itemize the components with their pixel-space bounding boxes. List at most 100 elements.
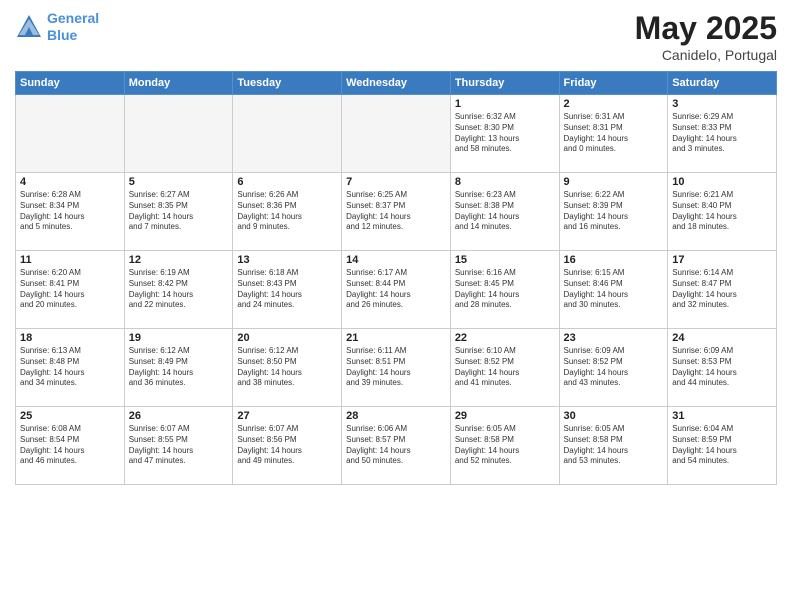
day-number: 10 (672, 176, 772, 188)
weekday-header-sunday: Sunday (16, 72, 125, 95)
calendar-cell: 8Sunrise: 6:23 AMSunset: 8:38 PMDaylight… (450, 173, 559, 251)
day-number: 25 (20, 410, 120, 422)
cell-info: Sunrise: 6:07 AMSunset: 8:55 PMDaylight:… (129, 424, 229, 467)
cell-info: Sunrise: 6:23 AMSunset: 8:38 PMDaylight:… (455, 190, 555, 233)
calendar-cell: 22 Sunrise: 6:10 AMSunset: 8:52 PMDayligh… (450, 329, 559, 407)
day-number: 20 (237, 332, 337, 344)
day-number: 15 (455, 254, 555, 266)
cell-info: Sunrise: 6:05 AMSunset: 8:58 PMDaylight:… (455, 424, 555, 467)
cell-info: Sunrise: 6:12 AMSunset: 8:50 PMDaylight:… (237, 346, 337, 389)
day-number: 3 (672, 98, 772, 110)
cell-info: Sunrise: 6:16 AMSunset: 8:45 PMDaylight:… (455, 268, 555, 311)
day-number: 7 (346, 176, 446, 188)
weekday-header-monday: Monday (124, 72, 233, 95)
calendar-cell: 16Sunrise: 6:15 AMSunset: 8:46 PMDayligh… (559, 251, 668, 329)
calendar-cell: 23Sunrise: 6:09 AMSunset: 8:52 PMDayligh… (559, 329, 668, 407)
calendar-cell: 5 Sunrise: 6:27 AMSunset: 8:35 PMDaylight… (124, 173, 233, 251)
calendar-cell: 11 Sunrise: 6:20 AMSunset: 8:41 PMDayligh… (16, 251, 125, 329)
calendar-cell: 27 Sunrise: 6:07 AMSunset: 8:56 PMDayligh… (233, 407, 342, 485)
calendar-table: SundayMondayTuesdayWednesdayThursdayFrid… (15, 71, 777, 485)
calendar-cell: 15 Sunrise: 6:16 AMSunset: 8:45 PMDayligh… (450, 251, 559, 329)
day-number: 29 (455, 410, 555, 422)
calendar-cell: 28 Sunrise: 6:06 AMSunset: 8:57 PMDayligh… (342, 407, 451, 485)
day-number: 17 (672, 254, 772, 266)
day-number: 30 (564, 410, 664, 422)
weekday-header-saturday: Saturday (668, 72, 777, 95)
calendar-cell: 12 Sunrise: 6:19 AMSunset: 8:42 PMDayligh… (124, 251, 233, 329)
cell-info: Sunrise: 6:27 AMSunset: 8:35 PMDaylight:… (129, 190, 229, 233)
title-block: May 2025 Canidelo, Portugal (635, 10, 777, 63)
cell-info: Sunrise: 6:20 AMSunset: 8:41 PMDaylight:… (20, 268, 120, 311)
day-number: 13 (237, 254, 337, 266)
logo: General Blue (15, 10, 99, 44)
cell-info: Sunrise: 6:25 AMSunset: 8:37 PMDaylight:… (346, 190, 446, 233)
calendar-cell: 1 Sunrise: 6:32 AMSunset: 8:30 PMDaylight… (450, 95, 559, 173)
day-number: 24 (672, 332, 772, 344)
calendar-cell: 31 Sunrise: 6:04 AMSunset: 8:59 PMDayligh… (668, 407, 777, 485)
day-number: 28 (346, 410, 446, 422)
header: General Blue May 2025 Canidelo, Portugal (15, 10, 777, 63)
day-number: 31 (672, 410, 772, 422)
day-number: 14 (346, 254, 446, 266)
cell-info: Sunrise: 6:29 AMSunset: 8:33 PMDaylight:… (672, 112, 772, 155)
weekday-header-tuesday: Tuesday (233, 72, 342, 95)
main-title: May 2025 (635, 10, 777, 47)
day-number: 9 (564, 176, 664, 188)
weekday-header-row: SundayMondayTuesdayWednesdayThursdayFrid… (16, 72, 777, 95)
cell-info: Sunrise: 6:31 AMSunset: 8:31 PMDaylight:… (564, 112, 664, 155)
calendar-cell (16, 95, 125, 173)
calendar-cell (124, 95, 233, 173)
day-number: 18 (20, 332, 120, 344)
calendar-cell: 17Sunrise: 6:14 AMSunset: 8:47 PMDayligh… (668, 251, 777, 329)
cell-info: Sunrise: 6:17 AMSunset: 8:44 PMDaylight:… (346, 268, 446, 311)
calendar-cell: 9 Sunrise: 6:22 AMSunset: 8:39 PMDaylight… (559, 173, 668, 251)
day-number: 1 (455, 98, 555, 110)
week-row-2: 4Sunrise: 6:28 AMSunset: 8:34 PMDaylight… (16, 173, 777, 251)
day-number: 27 (237, 410, 337, 422)
cell-info: Sunrise: 6:04 AMSunset: 8:59 PMDaylight:… (672, 424, 772, 467)
calendar-cell: 6Sunrise: 6:26 AMSunset: 8:36 PMDaylight… (233, 173, 342, 251)
calendar-cell: 26 Sunrise: 6:07 AMSunset: 8:55 PMDayligh… (124, 407, 233, 485)
week-row-1: 1 Sunrise: 6:32 AMSunset: 8:30 PMDaylight… (16, 95, 777, 173)
calendar-cell: 3 Sunrise: 6:29 AMSunset: 8:33 PMDaylight… (668, 95, 777, 173)
cell-info: Sunrise: 6:12 AMSunset: 8:49 PMDaylight:… (129, 346, 229, 389)
day-number: 21 (346, 332, 446, 344)
day-number: 19 (129, 332, 229, 344)
cell-info: Sunrise: 6:22 AMSunset: 8:39 PMDaylight:… (564, 190, 664, 233)
calendar-cell (233, 95, 342, 173)
cell-info: Sunrise: 6:13 AMSunset: 8:48 PMDaylight:… (20, 346, 120, 389)
day-number: 12 (129, 254, 229, 266)
calendar-cell: 4Sunrise: 6:28 AMSunset: 8:34 PMDaylight… (16, 173, 125, 251)
cell-info: Sunrise: 6:19 AMSunset: 8:42 PMDaylight:… (129, 268, 229, 311)
week-row-4: 18 Sunrise: 6:13 AMSunset: 8:48 PMDayligh… (16, 329, 777, 407)
day-number: 11 (20, 254, 120, 266)
calendar-cell: 24Sunrise: 6:09 AMSunset: 8:53 PMDayligh… (668, 329, 777, 407)
cell-info: Sunrise: 6:06 AMSunset: 8:57 PMDaylight:… (346, 424, 446, 467)
page-container: General Blue May 2025 Canidelo, Portugal… (0, 0, 792, 612)
logo-text: General Blue (47, 10, 99, 44)
cell-info: Sunrise: 6:05 AMSunset: 8:58 PMDaylight:… (564, 424, 664, 467)
calendar-cell: 2 Sunrise: 6:31 AMSunset: 8:31 PMDaylight… (559, 95, 668, 173)
calendar-cell: 20 Sunrise: 6:12 AMSunset: 8:50 PMDayligh… (233, 329, 342, 407)
cell-info: Sunrise: 6:07 AMSunset: 8:56 PMDaylight:… (237, 424, 337, 467)
day-number: 2 (564, 98, 664, 110)
cell-info: Sunrise: 6:15 AMSunset: 8:46 PMDaylight:… (564, 268, 664, 311)
calendar-cell: 25Sunrise: 6:08 AMSunset: 8:54 PMDayligh… (16, 407, 125, 485)
calendar-cell: 19 Sunrise: 6:12 AMSunset: 8:49 PMDayligh… (124, 329, 233, 407)
cell-info: Sunrise: 6:32 AMSunset: 8:30 PMDaylight:… (455, 112, 555, 155)
calendar-cell: 21Sunrise: 6:11 AMSunset: 8:51 PMDayligh… (342, 329, 451, 407)
calendar-cell: 18 Sunrise: 6:13 AMSunset: 8:48 PMDayligh… (16, 329, 125, 407)
weekday-header-friday: Friday (559, 72, 668, 95)
calendar-cell: 10 Sunrise: 6:21 AMSunset: 8:40 PMDayligh… (668, 173, 777, 251)
calendar-cell: 13Sunrise: 6:18 AMSunset: 8:43 PMDayligh… (233, 251, 342, 329)
cell-info: Sunrise: 6:09 AMSunset: 8:52 PMDaylight:… (564, 346, 664, 389)
cell-info: Sunrise: 6:10 AMSunset: 8:52 PMDaylight:… (455, 346, 555, 389)
day-number: 22 (455, 332, 555, 344)
cell-info: Sunrise: 6:26 AMSunset: 8:36 PMDaylight:… (237, 190, 337, 233)
day-number: 5 (129, 176, 229, 188)
day-number: 26 (129, 410, 229, 422)
weekday-header-thursday: Thursday (450, 72, 559, 95)
week-row-5: 25Sunrise: 6:08 AMSunset: 8:54 PMDayligh… (16, 407, 777, 485)
cell-info: Sunrise: 6:21 AMSunset: 8:40 PMDaylight:… (672, 190, 772, 233)
calendar-cell: 29 Sunrise: 6:05 AMSunset: 8:58 PMDayligh… (450, 407, 559, 485)
